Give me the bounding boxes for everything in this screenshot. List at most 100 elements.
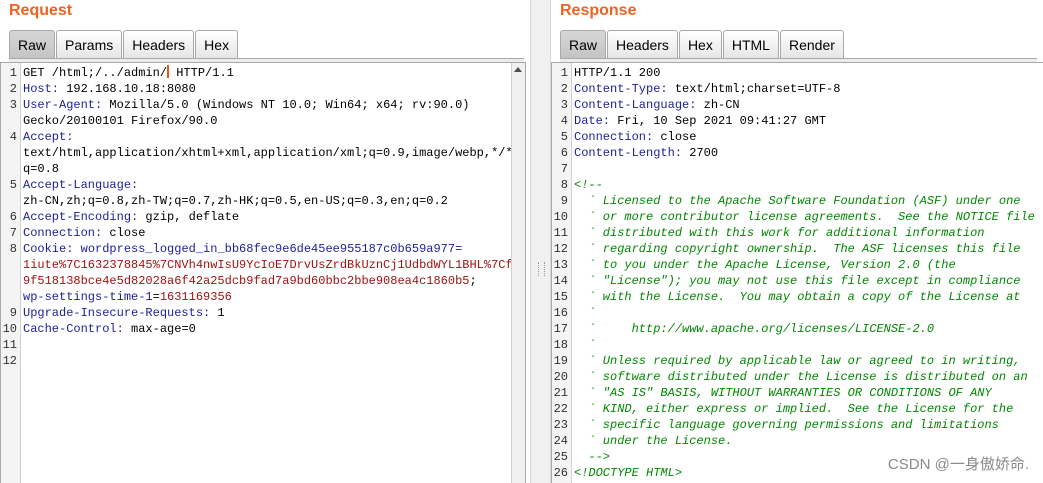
header-name-token: Upgrade-Insecure-Requests: bbox=[23, 306, 211, 320]
comment-token: ` specific language governing permission… bbox=[574, 418, 999, 432]
tab-request-headers[interactable]: Headers bbox=[123, 30, 195, 58]
cookie-value-token: 1iute%7C1632378845%7CNVh4nwIsU9YcIoE7Drv… bbox=[23, 258, 520, 272]
text-token: Gecko/20100101 Firefox/90.0 bbox=[23, 114, 218, 128]
header-name-token: Accept: bbox=[23, 130, 74, 144]
code-text: zh-CN,zh;q=0.8,zh-TW;q=0.7,zh-HK;q=0.5,e… bbox=[23, 193, 448, 209]
text-token: text/html,application/xhtml+xml,applicat… bbox=[23, 146, 520, 160]
code-text: Connection: close bbox=[574, 129, 696, 145]
comment-token: ` "AS IS" BASIS, WITHOUT WARRANTIES OR C… bbox=[574, 386, 992, 400]
code-text: ` or more contributor license agreements… bbox=[574, 209, 1034, 225]
comment-token: ` Unless required by applicable law or a… bbox=[574, 354, 1021, 368]
comment-token: ` Licensed to the Apache Software Founda… bbox=[574, 194, 1021, 208]
comment-token: --> bbox=[574, 450, 611, 464]
code-text: ` distributed with this work for additio… bbox=[574, 225, 984, 241]
comment-token: <!-- bbox=[574, 178, 603, 192]
header-name-token: wordpress_logged_in_bb68fec9e6de45ee9551… bbox=[73, 242, 463, 256]
code-text: 9f518138bce4e5d82028a6f42a25dcb9fad7a9bd… bbox=[23, 273, 477, 289]
line-number: 8 bbox=[560, 178, 568, 192]
header-name-token: Content-Language: bbox=[574, 98, 697, 112]
code-text: Date: Fri, 10 Sep 2021 09:41:27 GMT bbox=[574, 113, 826, 129]
text-token: zh-CN bbox=[696, 98, 740, 112]
code-text: ` KIND, either express or implied. See t… bbox=[574, 401, 1013, 417]
comment-token: ` to you under the Apache License, Versi… bbox=[574, 258, 956, 272]
line-number: 11 bbox=[553, 226, 568, 240]
comment-token: ` http://www.apache.org/licenses/LICENSE… bbox=[574, 322, 935, 336]
code-text: ` with the License. You may obtain a cop… bbox=[574, 289, 1020, 305]
code-text: ` http://www.apache.org/licenses/LICENSE… bbox=[574, 321, 934, 337]
line-number: 6 bbox=[9, 210, 17, 224]
request-tab-bar: Raw Params Headers Hex bbox=[9, 30, 239, 58]
tab-response-raw[interactable]: Raw bbox=[560, 30, 607, 58]
line-number: 10 bbox=[2, 322, 17, 336]
request-scrollbar[interactable] bbox=[511, 63, 525, 483]
header-name-token: Cache-Control: bbox=[23, 322, 124, 336]
text-token: close bbox=[102, 226, 146, 240]
code-text: ` bbox=[574, 305, 596, 321]
request-editor[interactable]: 1 GET /html;/../admin/ HTTP/1.1 2 Host: 192… bbox=[0, 62, 526, 483]
text-token: = bbox=[152, 290, 160, 304]
response-title: Response bbox=[560, 2, 637, 19]
comment-token: ` "License"); you may not use this file … bbox=[574, 274, 1021, 288]
watermark: CSDN @一身傲娇命. bbox=[887, 456, 1029, 473]
code-text: --> bbox=[574, 449, 610, 465]
code-text: ` Licensed to the Apache Software Founda… bbox=[574, 193, 1020, 209]
code-text: ` to you under the Apache License, Versi… bbox=[574, 257, 956, 273]
response-editor[interactable]: 1 HTTP/1.1 200 2 Content-Type: text/html;ch… bbox=[551, 62, 1043, 483]
line-number: 21 bbox=[553, 386, 568, 400]
line-number: 12 bbox=[553, 242, 568, 256]
code-text: text/html,application/xhtml+xml,applicat… bbox=[23, 145, 520, 161]
code-text: Cache-Control: max-age=0 bbox=[23, 321, 196, 337]
code-text: Content-Type: text/html;charset=UTF-8 bbox=[574, 81, 840, 97]
splitter-grip-icon[interactable] bbox=[538, 262, 545, 276]
line-number: 4 bbox=[9, 130, 17, 144]
comment-token: ` KIND, either express or implied. See t… bbox=[574, 402, 1014, 416]
tab-request-hex[interactable]: Hex bbox=[195, 30, 239, 58]
line-number: 13 bbox=[553, 258, 568, 272]
tab-response-hex[interactable]: Hex bbox=[678, 30, 722, 58]
line-number: 26 bbox=[553, 466, 568, 480]
line-number: 7 bbox=[9, 226, 17, 240]
text-token: gzip, deflate bbox=[138, 210, 240, 224]
text-token: q=0.8 bbox=[23, 162, 60, 176]
tab-response-html[interactable]: HTML bbox=[722, 30, 779, 58]
text-token: HTTP/1.1 200 bbox=[574, 66, 661, 80]
code-text: 1iute%7C1632378845%7CNVh4nwIsU9YcIoE7Drv… bbox=[23, 257, 520, 273]
line-number: 24 bbox=[553, 434, 568, 448]
tab-request-raw[interactable]: Raw bbox=[9, 30, 56, 58]
tab-response-headers[interactable]: Headers bbox=[607, 30, 678, 58]
code-text: Content-Language: zh-CN bbox=[574, 97, 740, 113]
comment-token: ` bbox=[574, 306, 596, 320]
code-text: GET /html;/../admin/ HTTP/1.1 bbox=[23, 65, 234, 81]
code-text: Host: 192.168.10.18:8080 bbox=[23, 81, 196, 97]
text-token: HTTP/1.1 bbox=[169, 66, 234, 80]
code-text: Cookie: wordpress_logged_in_bb68fec9e6de… bbox=[23, 241, 462, 257]
text-token: 192.168.10.18:8080 bbox=[59, 82, 196, 96]
line-number: 5 bbox=[560, 130, 568, 144]
text-token: 1 bbox=[210, 306, 225, 320]
text-token: text/html;charset=UTF-8 bbox=[667, 82, 841, 96]
code-text: Gecko/20100101 Firefox/90.0 bbox=[23, 113, 217, 129]
response-tab-bar: Raw Headers Hex HTML Render bbox=[560, 30, 845, 58]
header-name-token: Content-Type: bbox=[574, 82, 668, 96]
line-number: 20 bbox=[553, 370, 568, 384]
line-number: 1 bbox=[560, 66, 568, 80]
header-name-token: Connection: bbox=[23, 226, 103, 240]
header-name-token: Content-Length: bbox=[574, 146, 683, 160]
text-token: GET /html;/../admin/ bbox=[23, 66, 168, 80]
line-number: 25 bbox=[553, 450, 568, 464]
code-text: ` "License"); you may not use this file … bbox=[574, 273, 1020, 289]
line-number: 16 bbox=[553, 306, 568, 320]
code-text: User-Agent: Mozilla/5.0 (Windows NT 10.0… bbox=[23, 97, 469, 113]
scroll-up-arrow-icon[interactable] bbox=[514, 67, 522, 72]
text-token: max-age=0 bbox=[123, 322, 196, 336]
code-text: <!-- bbox=[574, 177, 603, 193]
header-name-token: Date: bbox=[574, 114, 611, 128]
tab-response-render[interactable]: Render bbox=[779, 30, 844, 58]
comment-token: ` distributed with this work for additio… bbox=[574, 226, 985, 240]
tab-request-params[interactable]: Params bbox=[56, 30, 123, 58]
line-number: 19 bbox=[553, 354, 568, 368]
code-text: ` software distributed under the License… bbox=[574, 369, 1027, 385]
panel-splitter[interactable] bbox=[530, 0, 551, 483]
code-text: HTTP/1.1 200 bbox=[574, 65, 660, 81]
code-text: q=0.8 bbox=[23, 161, 59, 177]
